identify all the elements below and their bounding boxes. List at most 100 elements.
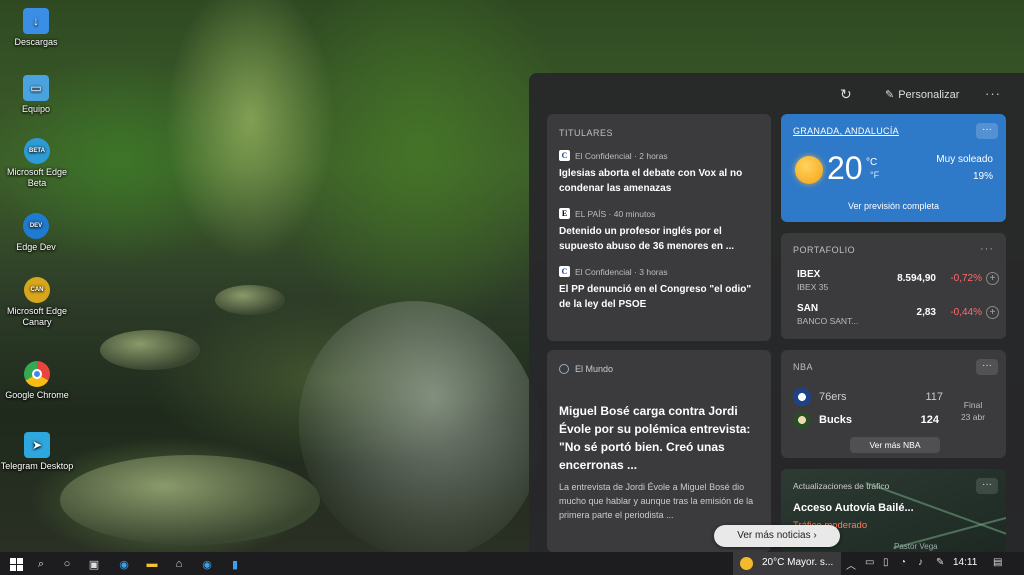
- headline-text: El PP denunció en el Congreso "el odio" …: [559, 284, 752, 310]
- sunny-icon: [795, 156, 823, 184]
- taskbar: ⌕ ○ ▣ ◉ ▬ ⌂ ◉ ▮ 20°C Mayor. s... ︿ ▭ ▯ ◔…: [0, 552, 1024, 575]
- wallpaper-rock: [60, 455, 320, 545]
- news-source: El Mundo: [575, 364, 614, 374]
- desktop-icon-chrome[interactable]: Google Chrome: [0, 361, 75, 401]
- weather-temperature: 20: [827, 150, 863, 186]
- desktop-icon-equipo[interactable]: ▭ Equipo: [0, 75, 74, 115]
- phone-icon[interactable]: ▮: [227, 556, 243, 572]
- nba-more-button[interactable]: ···: [976, 359, 998, 375]
- battery-icon[interactable]: ▯: [883, 557, 889, 568]
- wifi-icon[interactable]: ◔: [900, 557, 906, 568]
- headline-item[interactable]: C El Confidencial · 2 horas Iglesias abor…: [559, 150, 759, 196]
- wallpaper-rock: [215, 285, 285, 315]
- fahrenheit-toggle[interactable]: °F: [870, 170, 879, 180]
- traffic-more-button[interactable]: ···: [976, 478, 998, 494]
- chevron-up-icon[interactable]: ︿: [846, 557, 856, 572]
- weather-precipitation: 19%: [972, 171, 993, 182]
- traffic-road: Acceso Autovía Bailé...: [793, 502, 914, 514]
- widgets-toolbar: ↻ ✎ Personalizar ···: [529, 73, 1024, 115]
- team-name: 76ers: [819, 391, 847, 403]
- task-view-icon[interactable]: ▣: [86, 556, 102, 572]
- telegram-icon: ➤: [24, 432, 50, 458]
- headline-source: EL PAÍS · 40 minutos: [575, 208, 656, 219]
- team-row: Bucks 124: [793, 411, 943, 429]
- wallpaper-rock: [100, 330, 200, 370]
- desktop-icon-label: Google Chrome: [5, 390, 69, 400]
- weather-condition: Muy soleado: [936, 154, 993, 165]
- add-stock-icon[interactable]: +: [986, 272, 999, 285]
- el-confidencial-logo-icon: C: [559, 150, 570, 161]
- store-icon[interactable]: ⌂: [171, 556, 187, 572]
- map-place-label: Pastor Vega: [894, 542, 938, 551]
- desktop-icon-edge-dev[interactable]: DEV Edge Dev: [0, 213, 74, 253]
- portfolio-more-button[interactable]: ···: [980, 243, 994, 255]
- edge-beta-icon: BETA: [24, 138, 50, 164]
- stock-price: 2,83: [916, 307, 936, 318]
- stock-row[interactable]: SAN BANCO SANT... 2,83 -0,44% +: [797, 303, 999, 333]
- team-score: 117: [925, 391, 943, 403]
- taskbar-weather-text: 20°C Mayor. s...: [762, 557, 834, 568]
- desktop-icon-label: Descargas: [14, 37, 58, 47]
- computer-icon: ▭: [23, 75, 49, 101]
- bucks-logo-icon: [793, 411, 811, 429]
- stock-change: -0,72%: [950, 273, 982, 284]
- stock-change: -0,44%: [950, 307, 982, 318]
- windows-logo-icon: [9, 557, 23, 571]
- more-nba-button[interactable]: Ver más NBA: [850, 437, 940, 453]
- desktop-icon-label: Microsoft Edge Canary: [6, 306, 68, 327]
- 76ers-logo-icon: [793, 388, 811, 406]
- news-card[interactable]: El Mundo Miguel Bosé carga contra Jordi …: [547, 350, 771, 552]
- start-button[interactable]: [8, 556, 24, 572]
- volume-icon[interactable]: ♪: [918, 557, 923, 568]
- headline-item[interactable]: E EL PAÍS · 40 minutos Detenido un profes…: [559, 208, 759, 254]
- el-pais-logo-icon: E: [559, 208, 570, 219]
- search-icon[interactable]: ⌕: [33, 556, 49, 572]
- weather-location-link[interactable]: GRANADA, ANDALUCÍA: [793, 126, 994, 136]
- cortana-icon[interactable]: ○: [59, 556, 75, 572]
- nba-card[interactable]: NBA ··· 76ers 117 Bucks 124 Final 23 abr …: [781, 350, 1006, 458]
- more-options-icon[interactable]: ···: [985, 86, 1001, 101]
- desktop-icon-edge-beta[interactable]: BETA Microsoft Edge Beta: [0, 138, 75, 189]
- edge-canary-icon: CAN: [24, 277, 50, 303]
- portfolio-title: PORTAFOLIO: [793, 245, 856, 255]
- add-stock-icon[interactable]: +: [986, 306, 999, 319]
- file-explorer-icon[interactable]: ▬: [144, 556, 160, 572]
- taskbar-weather-button[interactable]: 20°C Mayor. s...: [733, 552, 841, 575]
- headline-item[interactable]: C El Confidencial · 3 horas El PP denunci…: [559, 266, 759, 312]
- desktop-icon-label: Equipo: [21, 104, 51, 114]
- desktop-icon-edge-canary[interactable]: CAN Microsoft Edge Canary: [0, 277, 75, 328]
- desktop-icon-telegram[interactable]: ➤ Telegram Desktop: [0, 432, 75, 472]
- celsius-toggle[interactable]: °C: [866, 157, 877, 168]
- news-headline: Miguel Bosé carga contra Jordi Évole por…: [559, 404, 751, 472]
- full-forecast-link[interactable]: Ver previsión completa: [781, 201, 1006, 211]
- network-icon[interactable]: ▭: [865, 557, 874, 568]
- download-icon: ↓: [23, 8, 49, 34]
- see-more-news-button[interactable]: Ver más noticias ›: [714, 525, 840, 547]
- stock-price: 8.594,90: [897, 273, 936, 284]
- traffic-title: Actualizaciones de tráfico: [793, 481, 890, 491]
- refresh-icon[interactable]: ↻: [840, 86, 856, 102]
- edge-taskbar-icon[interactable]: ◉: [116, 556, 132, 572]
- desktop-icon-descargas[interactable]: ↓ Descargas: [0, 8, 74, 48]
- headline-source: El Confidencial · 3 horas: [575, 266, 668, 277]
- news-summary: La entrevista de Jordi Évole a Miguel Bo…: [559, 482, 754, 520]
- nba-title: NBA: [793, 362, 814, 372]
- pen-icon[interactable]: ✎: [936, 557, 944, 568]
- chrome-icon: [24, 361, 50, 387]
- taskbar-clock[interactable]: 14:11: [953, 557, 977, 568]
- headline-text: Iglesias aborta el debate con Vox al no …: [559, 168, 743, 194]
- globe-icon: [559, 364, 569, 374]
- team-row: 76ers 117: [793, 388, 943, 406]
- stock-row[interactable]: IBEX IBEX 35 8.594,90 -0,72% +: [797, 269, 999, 299]
- portfolio-card: PORTAFOLIO ··· IBEX IBEX 35 8.594,90 -0,…: [781, 233, 1006, 339]
- team-score: 124: [920, 414, 939, 426]
- notifications-icon[interactable]: ▤: [993, 557, 1002, 568]
- personalize-button[interactable]: ✎ Personalizar: [885, 88, 959, 101]
- game-date: 23 abr: [960, 412, 986, 422]
- headlines-title: TITULARES: [559, 128, 614, 138]
- weather-more-button[interactable]: ···: [976, 123, 998, 139]
- edge-beta-taskbar-icon[interactable]: ◉: [199, 556, 215, 572]
- team-name: Bucks: [819, 414, 853, 426]
- weather-card[interactable]: GRANADA, ANDALUCÍA ··· 20 °C °F Muy sole…: [781, 114, 1006, 222]
- see-more-news-label: Ver más noticias: [737, 530, 811, 541]
